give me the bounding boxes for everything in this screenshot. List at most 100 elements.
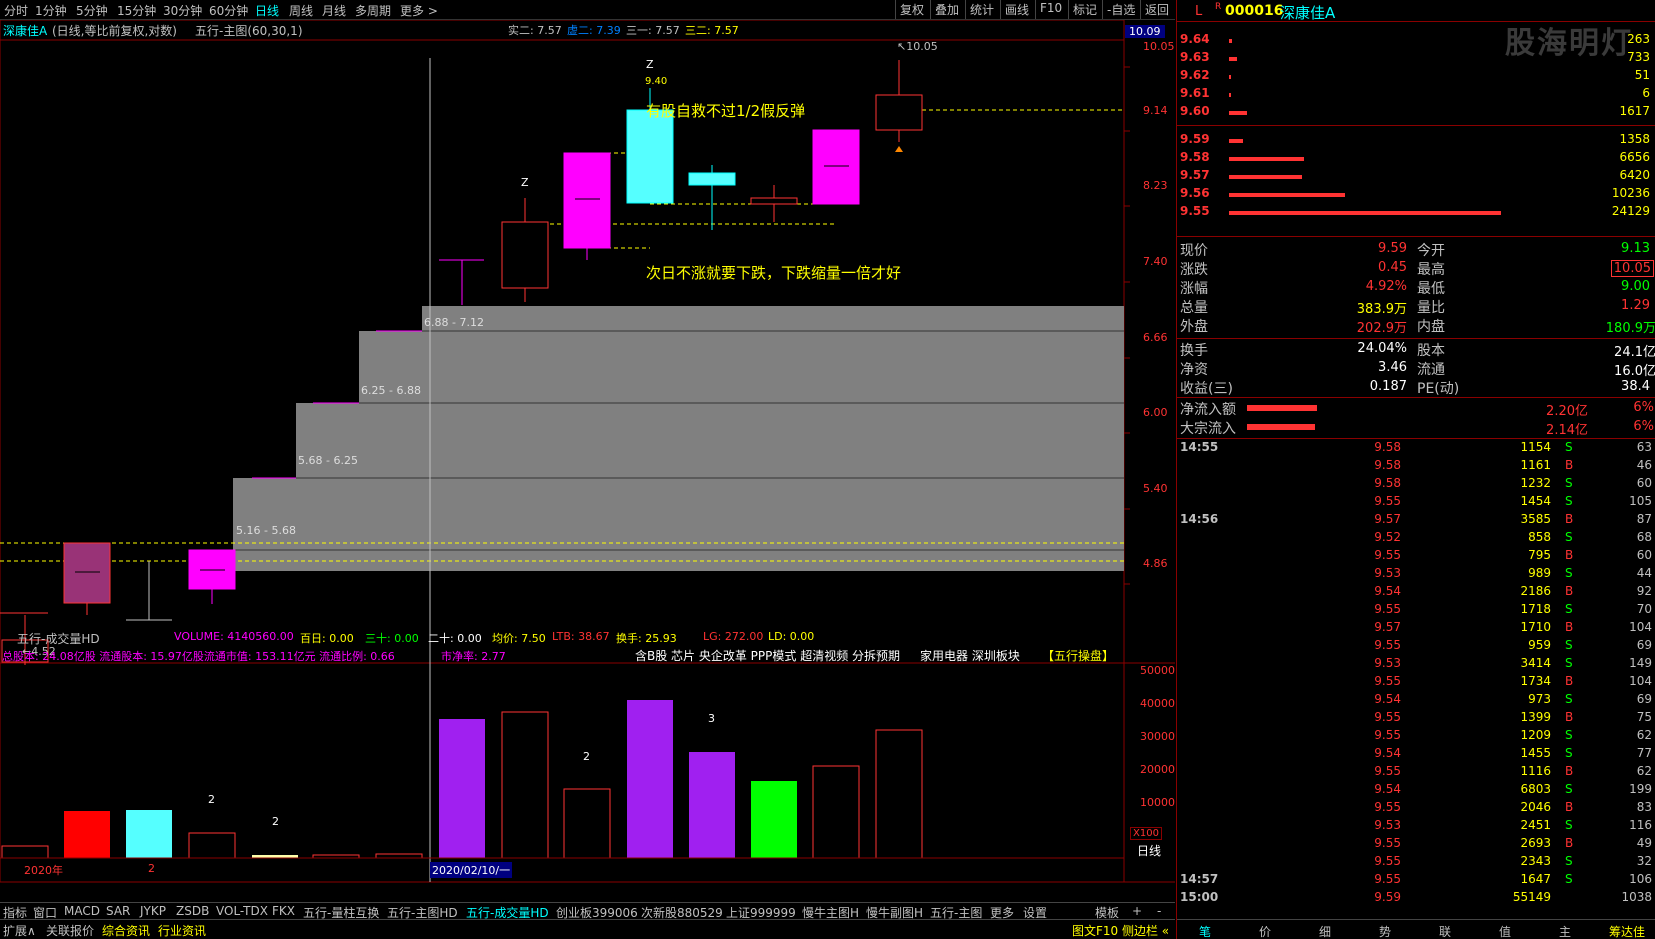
tick-row[interactable]: 9.55 959 S 69 bbox=[1177, 638, 1655, 656]
tick-row[interactable]: 9.54 6803 S 199 bbox=[1177, 782, 1655, 800]
panel-tab[interactable]: 势 bbox=[1379, 923, 1391, 939]
tick-row[interactable]: 9.55 1718 S 70 bbox=[1177, 602, 1655, 620]
tick-row[interactable]: 9.58 1232 S 60 bbox=[1177, 476, 1655, 494]
tick-row[interactable]: 9.52 858 S 68 bbox=[1177, 530, 1655, 548]
tick-row[interactable]: 9.55 1209 S 62 bbox=[1177, 728, 1655, 746]
bid-row-4[interactable]: 9.56 10236 bbox=[1177, 186, 1655, 204]
ask-row-1[interactable]: 9.60 1617 bbox=[1177, 104, 1655, 122]
brand-label: 【五行操盘】 bbox=[1042, 649, 1115, 663]
template-button[interactable]: 模板 bbox=[1095, 904, 1119, 921]
related-quotes[interactable]: 关联报价 bbox=[46, 922, 94, 939]
fuquan-button[interactable]: 复权 bbox=[895, 0, 928, 19]
panel-tab[interactable]: 联 bbox=[1439, 923, 1451, 939]
tick-row[interactable]: 9.55 1454 S 105 bbox=[1177, 494, 1655, 512]
period-tab[interactable]: 多周期 bbox=[355, 2, 391, 19]
tick-row[interactable]: 9.55 2046 B 83 bbox=[1177, 800, 1655, 818]
period-tab-active[interactable]: 日线 bbox=[255, 2, 279, 19]
tab-settings[interactable]: 设置 bbox=[1023, 904, 1047, 921]
bid-row-3[interactable]: 9.57 6420 bbox=[1177, 168, 1655, 186]
tick-row[interactable]: 9.55 2693 B 49 bbox=[1177, 836, 1655, 854]
tab-slow-main[interactable]: 慢牛主图H bbox=[802, 904, 859, 921]
tab-cixin[interactable]: 次新股880529 bbox=[641, 904, 723, 921]
tab-wuxing-swap[interactable]: 五行-量柱互换 bbox=[303, 904, 379, 921]
tick-row[interactable]: 9.58 1161 B 46 bbox=[1177, 458, 1655, 476]
zoom-in-button[interactable]: + bbox=[1132, 904, 1142, 918]
tab-more[interactable]: 更多 bbox=[990, 904, 1014, 921]
panel-tab[interactable]: 笔 bbox=[1199, 923, 1211, 939]
tick-row[interactable]: 9.54 1455 S 77 bbox=[1177, 746, 1655, 764]
tab-zsdb[interactable]: ZSDB bbox=[176, 904, 209, 918]
tab-sar[interactable]: SAR bbox=[106, 904, 130, 918]
tick-row[interactable]: 9.54 973 S 69 bbox=[1177, 692, 1655, 710]
tab-jykp[interactable]: JYKP bbox=[140, 904, 166, 918]
tab-vol-tdx[interactable]: VOL-TDX bbox=[216, 904, 268, 918]
news-tab[interactable]: 综合资讯 bbox=[102, 922, 150, 939]
tab-fkx[interactable]: FKX bbox=[272, 904, 295, 918]
tick-row[interactable]: 14:57 9.55 1647 S 106 bbox=[1177, 872, 1655, 890]
sidebar-toggle[interactable]: 图文F10 侧边栏 « bbox=[1072, 922, 1169, 939]
ask-row-3[interactable]: 9.62 51 bbox=[1177, 68, 1655, 86]
stats-button[interactable]: 统计 bbox=[965, 0, 998, 19]
zoom-out-button[interactable]: - bbox=[1157, 904, 1161, 918]
period-label[interactable]: 日线 bbox=[1137, 842, 1161, 859]
tick-row[interactable]: 9.53 3414 S 149 bbox=[1177, 656, 1655, 674]
draw-button[interactable]: 画线 bbox=[1000, 0, 1033, 19]
zone-rect bbox=[359, 331, 422, 571]
bid-row-1[interactable]: 9.59 1358 bbox=[1177, 132, 1655, 150]
kline-chart[interactable] bbox=[0, 20, 1175, 902]
period-tab[interactable]: 周线 bbox=[289, 2, 313, 19]
l-marker[interactable]: L bbox=[1195, 4, 1202, 19]
f10-button[interactable]: F10 bbox=[1035, 0, 1066, 19]
period-tab[interactable]: 60分钟 bbox=[209, 2, 248, 19]
add-watchlist-button[interactable]: -自选 bbox=[1102, 0, 1139, 19]
tab-cyb[interactable]: 创业板399006 bbox=[556, 904, 638, 921]
period-tab[interactable]: 5分钟 bbox=[76, 2, 108, 19]
period-tab[interactable]: 分时 bbox=[4, 2, 28, 19]
tick-row[interactable]: 9.54 2186 B 92 bbox=[1177, 584, 1655, 602]
tick-row[interactable]: 9.55 1399 B 75 bbox=[1177, 710, 1655, 728]
tick-row[interactable]: 9.55 1116 B 62 bbox=[1177, 764, 1655, 782]
tab-wuxing-vol-active[interactable]: 五行-成交量HD bbox=[466, 904, 549, 921]
period-tab[interactable]: 15分钟 bbox=[117, 2, 156, 19]
ask-row-4[interactable]: 9.63 733 bbox=[1177, 50, 1655, 68]
panel-tab[interactable]: 细 bbox=[1319, 923, 1331, 939]
ask-row-5[interactable]: 9.64 263 bbox=[1177, 32, 1655, 50]
tick-row[interactable]: 9.57 1710 B 104 bbox=[1177, 620, 1655, 638]
tab-macd[interactable]: MACD bbox=[64, 904, 100, 918]
mark-button[interactable]: 标记 bbox=[1068, 0, 1101, 19]
tick-row[interactable]: 9.53 989 S 44 bbox=[1177, 566, 1655, 584]
panel-tab[interactable]: 价 bbox=[1259, 923, 1271, 939]
tick-row[interactable]: 9.55 795 B 60 bbox=[1177, 548, 1655, 566]
ask-row-2[interactable]: 9.61 6 bbox=[1177, 86, 1655, 104]
bid-row-5[interactable]: 9.55 24129 bbox=[1177, 204, 1655, 222]
tick-volume: 2693 bbox=[1520, 836, 1551, 850]
tab-wuxing-main2[interactable]: 五行-主图 bbox=[930, 904, 982, 921]
period-tab[interactable]: 30分钟 bbox=[163, 2, 202, 19]
chart-area[interactable]: 深康佳A (日线,等比前复权,对数) 五行-主图(60,30,1) 实二: 7.… bbox=[0, 20, 1175, 902]
tick-row[interactable]: 9.53 2451 S 116 bbox=[1177, 818, 1655, 836]
tab-window[interactable]: 窗口 bbox=[33, 904, 57, 921]
industry-news-tab[interactable]: 行业资讯 bbox=[158, 922, 206, 939]
tab-shangzheng[interactable]: 上证999999 bbox=[726, 904, 796, 921]
tick-list[interactable]: 14:55 9.58 1154 S 63 9.58 1161 B 46 9.58 1232 S 60 9.… bbox=[1177, 440, 1655, 912]
overlay-button[interactable]: 叠加 bbox=[930, 0, 963, 19]
tab-wuxing-main[interactable]: 五行-主图HD bbox=[387, 904, 458, 921]
volume-title[interactable]: 五行-成交量HD bbox=[17, 630, 100, 647]
panel-tab[interactable]: 值 bbox=[1499, 923, 1511, 939]
bid-row-2[interactable]: 9.58 6656 bbox=[1177, 150, 1655, 168]
period-tab[interactable]: 1分钟 bbox=[35, 2, 67, 19]
panel-tab[interactable]: 主 bbox=[1559, 923, 1571, 939]
tick-row[interactable]: 14:55 9.58 1154 S 63 bbox=[1177, 440, 1655, 458]
indicator-name[interactable]: 五行-主图(60,30,1) bbox=[195, 22, 303, 39]
tick-row[interactable]: 14:56 9.57 3585 B 87 bbox=[1177, 512, 1655, 530]
panel-tab[interactable]: 筹达佳 bbox=[1609, 923, 1645, 939]
tab-slow-sub[interactable]: 慢牛副图H bbox=[866, 904, 923, 921]
tick-row[interactable]: 15:00 9.59 55149 1038 bbox=[1177, 890, 1655, 908]
tab-indicator[interactable]: 指标 bbox=[3, 904, 27, 921]
tick-row[interactable]: 9.55 1734 B 104 bbox=[1177, 674, 1655, 692]
more-periods-button[interactable]: 更多 > bbox=[400, 2, 438, 19]
back-button[interactable]: 返回 bbox=[1140, 0, 1173, 19]
expand-button[interactable]: 扩展∧ bbox=[3, 922, 36, 939]
tick-row[interactable]: 9.55 2343 S 32 bbox=[1177, 854, 1655, 872]
period-tab[interactable]: 月线 bbox=[322, 2, 346, 19]
